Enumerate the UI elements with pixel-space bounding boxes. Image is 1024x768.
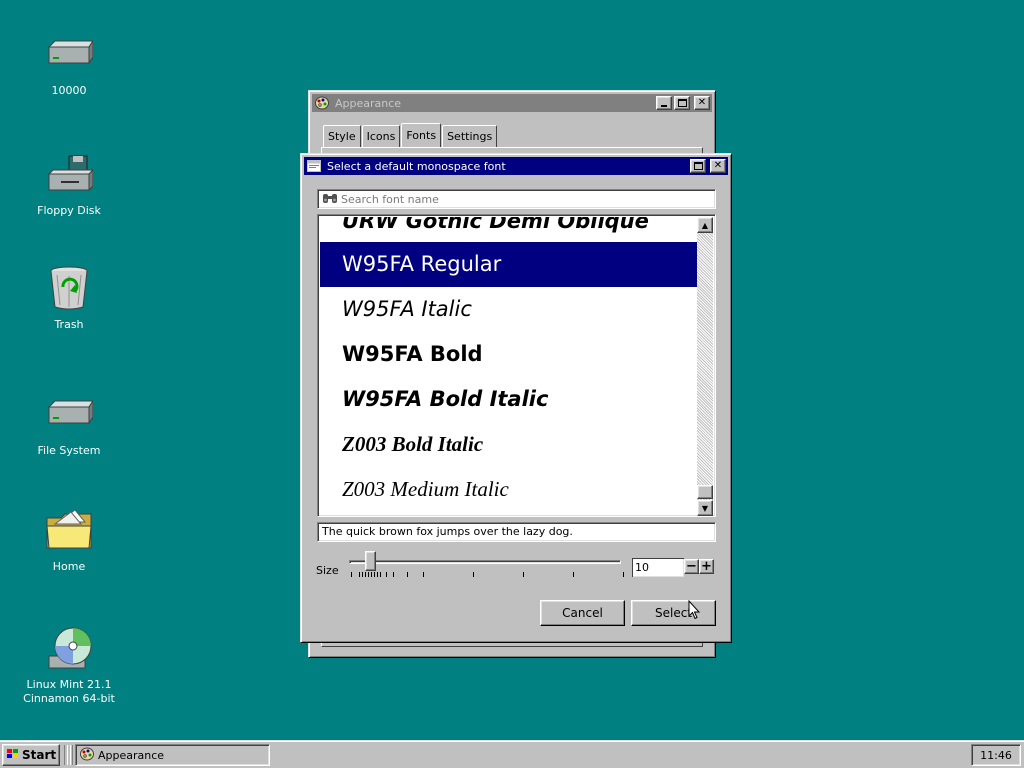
minus-icon: − <box>686 559 697 574</box>
cancel-button[interactable]: Cancel <box>540 600 625 626</box>
tab-icons[interactable]: Icons <box>361 125 401 147</box>
taskbar-item-label: Appearance <box>98 748 165 762</box>
appearance-titlebar[interactable]: Appearance ✕ <box>312 94 712 112</box>
maximize-button[interactable] <box>674 96 690 110</box>
font-list-item[interactable]: W95FA Bold Italic <box>320 377 699 422</box>
appearance-palette-icon <box>315 96 331 110</box>
scrollbar-thumb[interactable] <box>697 485 713 499</box>
start-button[interactable]: Start <box>2 744 60 766</box>
appearance-tabs: Style Icons Fonts Settings <box>323 123 498 147</box>
desktop-icon-label: Home <box>52 560 86 573</box>
desktop-icon-file-system[interactable]: File System <box>19 390 119 458</box>
font-preview-text: The quick brown fox jumps over the lazy … <box>317 522 716 542</box>
maximize-button[interactable] <box>690 159 706 173</box>
size-input[interactable] <box>632 558 684 577</box>
minimize-button[interactable] <box>656 96 672 110</box>
size-spinbox[interactable]: − + <box>632 558 716 577</box>
taskbar-separator <box>64 745 68 765</box>
desktop-icon-label: 10000 <box>51 84 87 97</box>
drive-icon <box>45 390 93 438</box>
appearance-palette-icon <box>80 747 94 764</box>
cd-rom-icon <box>45 624 93 672</box>
font-dialog-title: Select a default monospace font <box>327 159 506 173</box>
tab-settings[interactable]: Settings <box>442 125 498 147</box>
desktop-icon-floppy-disk[interactable]: Floppy Disk <box>19 150 119 218</box>
trash-icon <box>45 264 93 312</box>
arrow-up-icon: ▲ <box>701 220 709 230</box>
size-slider-track[interactable] <box>349 560 621 564</box>
maximize-icon <box>693 162 703 170</box>
desktop-icon-10000[interactable]: 10000 <box>19 30 119 98</box>
scroll-down-button[interactable]: ▼ <box>697 500 713 516</box>
close-icon: ✕ <box>697 97 707 108</box>
font-list-item[interactable]: W95FA Italic <box>320 287 699 332</box>
close-button[interactable]: ✕ <box>694 96 710 110</box>
size-slider-thumb[interactable] <box>364 551 376 571</box>
search-input[interactable] <box>341 192 701 206</box>
tab-style[interactable]: Style <box>323 125 361 147</box>
desktop-icon-label: Trash <box>54 318 84 331</box>
dialog-window-icon <box>307 159 323 173</box>
desktop-icon-label: Linux Mint 21.1 Cinnamon 64-bit <box>23 678 115 705</box>
select-button[interactable]: Select <box>631 600 716 626</box>
binoculars-icon <box>322 192 338 207</box>
font-list-item[interactable]: Z003 Medium Italic <box>320 467 699 512</box>
floppy-drive-icon <box>45 150 93 198</box>
decrease-size-button[interactable]: − <box>684 559 699 574</box>
taskbar: Start Appearance 11:46 <box>0 740 1024 768</box>
font-list-item-selected[interactable]: W95FA Regular <box>320 242 699 287</box>
drive-icon <box>45 30 93 78</box>
minimize-icon <box>661 105 667 107</box>
taskbar-item-appearance[interactable]: Appearance <box>75 744 270 766</box>
maximize-icon <box>677 99 687 107</box>
size-label: Size <box>316 564 339 577</box>
appearance-window-title: Appearance <box>335 96 402 110</box>
size-slider-ticks <box>349 572 625 578</box>
font-dialog-titlebar[interactable]: Select a default monospace font ✕ <box>304 157 728 175</box>
font-list-item[interactable]: Z003 Bold Italic <box>320 422 699 467</box>
desktop-icon-linux-mint[interactable]: Linux Mint 21.1 Cinnamon 64-bit <box>19 624 119 706</box>
arrow-down-icon: ▼ <box>701 503 709 513</box>
font-search-field[interactable] <box>317 189 716 209</box>
increase-size-button[interactable]: + <box>699 559 714 574</box>
font-list-item[interactable]: URW Gothic Demi Oblique <box>320 217 699 242</box>
folder-icon <box>45 506 93 554</box>
font-list-scrollbar[interactable]: ▲ ▼ <box>697 217 713 516</box>
desktop-icon-trash[interactable]: Trash <box>19 264 119 332</box>
windows-logo-icon <box>6 748 20 763</box>
font-select-dialog[interactable]: Select a default monospace font ✕ URW Go… <box>300 153 732 643</box>
taskbar-clock: 11:46 <box>971 744 1021 766</box>
font-list-item[interactable]: W95FA Bold <box>320 332 699 377</box>
scroll-up-button[interactable]: ▲ <box>697 217 713 233</box>
close-icon: ✕ <box>713 160 723 171</box>
mouse-cursor-icon <box>688 599 701 620</box>
font-list-items: URW Gothic Demi Oblique W95FA Regular W9… <box>320 217 699 516</box>
start-label: Start <box>22 748 57 762</box>
tab-fonts[interactable]: Fonts <box>401 123 442 147</box>
plus-icon: + <box>701 559 712 574</box>
font-list[interactable]: URW Gothic Demi Oblique W95FA Regular W9… <box>317 214 716 517</box>
desktop-icon-label: Floppy Disk <box>37 204 101 217</box>
close-button[interactable]: ✕ <box>710 159 726 173</box>
desktop-icon-label: File System <box>37 444 101 457</box>
desktop-icon-home[interactable]: Home <box>19 506 119 574</box>
taskbar-grip[interactable] <box>70 745 73 765</box>
